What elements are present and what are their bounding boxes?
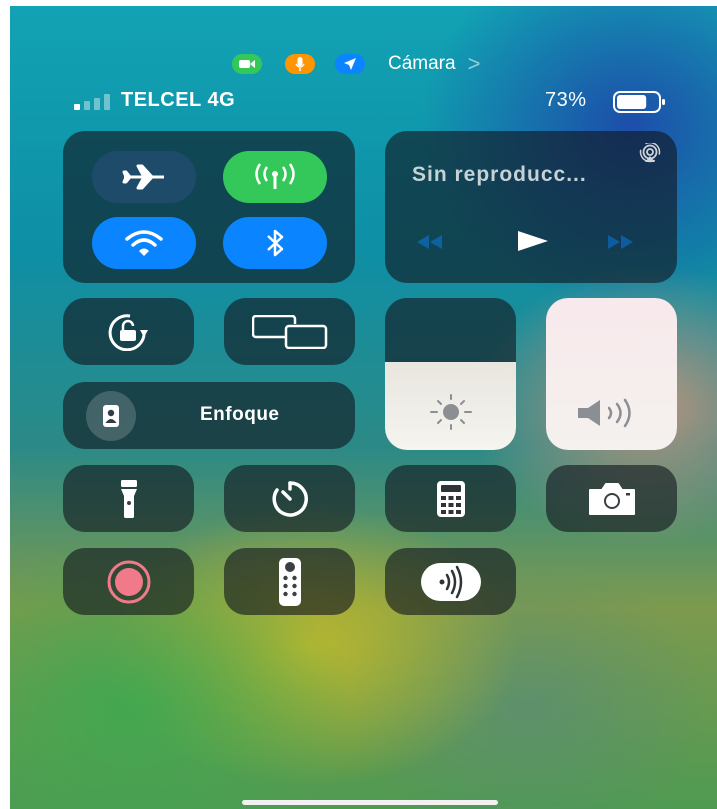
calculator-icon (436, 480, 466, 518)
privacy-app-link[interactable]: Cámara > (388, 51, 480, 77)
brightness-slider[interactable] (385, 298, 516, 450)
play-icon[interactable] (516, 229, 550, 253)
battery-icon (613, 91, 667, 113)
apple-tv-remote-icon (278, 557, 302, 607)
airplane-icon (122, 164, 166, 190)
speaker-icon (576, 397, 650, 429)
timer-icon (271, 480, 309, 518)
antenna-icon (249, 163, 301, 191)
orientation-lock-button[interactable] (63, 298, 194, 365)
orientation-lock-icon (100, 313, 158, 351)
camera-icon (587, 481, 637, 517)
screen-record-icon (106, 559, 152, 605)
airplane-mode-toggle[interactable] (92, 151, 196, 203)
now-playing-panel[interactable]: Sin reproducc... (385, 131, 677, 283)
carrier-label: TELCEL 4G (121, 89, 236, 111)
airplay-icon[interactable] (639, 143, 661, 163)
focus-label: Enfoque (200, 404, 280, 425)
privacy-app-label: Cámara (388, 53, 456, 74)
microphone-indicator-icon (285, 54, 315, 74)
focus-button[interactable]: Enfoque (63, 382, 355, 449)
nfc-icon (420, 562, 482, 602)
camera-indicator-icon (232, 54, 262, 74)
volume-slider[interactable] (546, 298, 677, 450)
calculator-button[interactable] (385, 465, 516, 532)
nfc-button[interactable] (385, 548, 516, 615)
fast-forward-icon[interactable] (607, 235, 635, 249)
camera-button[interactable] (546, 465, 677, 532)
control-center: Cámara > TELCEL 4G 73% Sin reproducc... … (10, 6, 717, 809)
screen-mirroring-icon (251, 314, 328, 349)
timer-button[interactable] (224, 465, 355, 532)
bluetooth-icon (264, 228, 286, 258)
apple-tv-remote-button[interactable] (224, 548, 355, 615)
location-indicator-icon (335, 54, 365, 74)
screen-record-button[interactable] (63, 548, 194, 615)
battery-percentage: 73% (545, 89, 587, 111)
connectivity-panel (63, 131, 355, 283)
chevron-right-icon: > (467, 51, 481, 76)
now-playing-title: Sin reproducc... (412, 163, 587, 186)
rewind-icon[interactable] (415, 235, 443, 249)
flashlight-icon (120, 479, 138, 519)
brightness-icon (427, 394, 475, 430)
wifi-icon (124, 229, 164, 257)
home-indicator[interactable] (242, 800, 498, 805)
cellular-data-toggle[interactable] (223, 151, 327, 203)
focus-badge-icon (102, 404, 120, 428)
flashlight-button[interactable] (63, 465, 194, 532)
focus-icon-circle (86, 391, 136, 441)
bluetooth-toggle[interactable] (223, 217, 327, 269)
wifi-toggle[interactable] (92, 217, 196, 269)
screen-mirroring-button[interactable] (224, 298, 355, 365)
signal-strength-icon (74, 94, 116, 110)
